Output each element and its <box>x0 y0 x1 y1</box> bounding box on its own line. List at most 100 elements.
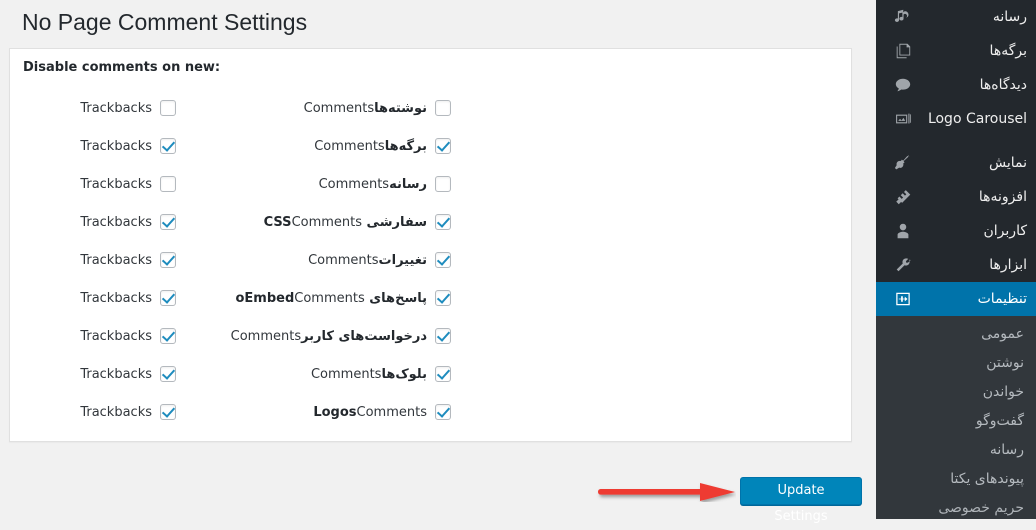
post-type-row: Trackbacks تغییراتComments <box>10 241 851 279</box>
comments-label: بلوک‌هاComments <box>311 367 427 382</box>
sidebar-item-label: کاربران <box>983 223 1027 239</box>
post-type-name: برگه‌ها <box>384 138 427 154</box>
comments-checkbox[interactable] <box>435 404 451 420</box>
sidebar-item-1[interactable]: رسانه <box>876 0 1036 34</box>
comments-checkbox[interactable] <box>435 366 451 382</box>
comments-checkbox[interactable] <box>435 252 451 268</box>
submenu-item-5[interactable]: رسانه <box>876 436 1036 465</box>
sidebar-item-7[interactable]: کاربران <box>876 214 1036 248</box>
submenu-item-6[interactable]: پیوندهای یکتا <box>876 465 1036 494</box>
comments-checkbox[interactable] <box>435 138 451 154</box>
admin-sidebar: رسانه برگه‌ها دیدگاه‌ها Logo Carousel نمایش ا… <box>876 0 1036 519</box>
post-type-row: Trackbacks نوشته‌هاComments <box>10 89 851 127</box>
comments-word: Comments <box>310 366 382 382</box>
comments-cell: LogosComments <box>176 404 451 420</box>
comments-label: LogosComments <box>313 405 427 420</box>
comments-cell: بلوک‌هاComments <box>176 366 451 382</box>
comments-word: Comments <box>314 138 385 154</box>
comments-checkbox[interactable] <box>435 214 451 230</box>
post-type-name: Logos <box>313 404 357 420</box>
comments-word: Comments <box>303 100 375 116</box>
trackbacks-checkbox[interactable] <box>160 290 176 306</box>
menu-separator <box>876 136 1036 146</box>
comments-cell: رسانهComments <box>176 176 451 192</box>
red-arrow-annotation-icon <box>598 483 735 501</box>
carousel-icon <box>893 109 913 129</box>
comments-word: Comments <box>230 328 302 344</box>
sidebar-item-3[interactable]: دیدگاه‌ها <box>876 68 1036 102</box>
submenu-item-4[interactable]: گفت‌وگو <box>876 407 1036 436</box>
trackbacks-checkbox[interactable] <box>160 176 176 192</box>
comments-label: درخواست‌های کاربرComments <box>231 329 427 344</box>
trackbacks-label: Trackbacks <box>80 100 152 116</box>
comments-label: سفارشی CSSComments <box>264 215 427 230</box>
comments-checkbox[interactable] <box>435 328 451 344</box>
comments-label: برگه‌هاComments <box>314 139 427 154</box>
submenu-item-2[interactable]: نوشتن <box>876 349 1036 378</box>
sidebar-item-label: رسانه <box>992 9 1027 25</box>
trackbacks-label: Trackbacks <box>80 176 152 192</box>
sidebar-item-label: ابزارها <box>989 257 1027 273</box>
comments-label: تغییراتComments <box>308 253 427 268</box>
submenu-item-7[interactable]: حریم خصوصی <box>876 494 1036 519</box>
users-icon <box>893 221 913 241</box>
tools-icon <box>893 255 913 275</box>
comments-cell: برگه‌هاComments <box>176 138 451 154</box>
trackbacks-cell: Trackbacks <box>46 328 176 344</box>
sidebar-item-6[interactable]: افزونه‌ها <box>876 180 1036 214</box>
comments-checkbox[interactable] <box>435 100 451 116</box>
comments-word: Comments <box>294 290 365 306</box>
trackbacks-checkbox[interactable] <box>160 138 176 154</box>
trackbacks-label: Trackbacks <box>80 214 152 230</box>
sidebar-item-9[interactable]: تنظیمات <box>876 282 1036 316</box>
comments-icon <box>893 75 913 95</box>
comments-word: Comments <box>318 176 390 192</box>
submenu-item-1[interactable]: عمومی <box>876 320 1036 349</box>
comments-label: نوشته‌هاComments <box>304 101 427 116</box>
post-type-name: تغییرات <box>378 252 427 268</box>
trackbacks-checkbox[interactable] <box>160 328 176 344</box>
trackbacks-checkbox[interactable] <box>160 366 176 382</box>
comments-cell: تغییراتComments <box>176 252 451 268</box>
appearance-icon <box>893 153 913 173</box>
comments-cell: درخواست‌های کاربرComments <box>176 328 451 344</box>
trackbacks-checkbox[interactable] <box>160 252 176 268</box>
post-type-row: Trackbacks رسانهComments <box>10 165 851 203</box>
comments-checkbox[interactable] <box>435 290 451 306</box>
sidebar-item-5[interactable]: نمایش <box>876 146 1036 180</box>
trackbacks-checkbox[interactable] <box>160 214 176 230</box>
post-type-name: بلوک‌ها <box>381 366 427 382</box>
comments-cell: نوشته‌هاComments <box>176 100 451 116</box>
trackbacks-cell: Trackbacks <box>46 100 176 116</box>
sidebar-item-label: افزونه‌ها <box>978 189 1027 205</box>
post-type-name: رسانه <box>389 176 427 192</box>
page-title: No Page Comment Settings <box>22 9 308 35</box>
comments-word: Comments <box>291 214 363 230</box>
trackbacks-label: Trackbacks <box>80 366 152 382</box>
main-content-area: No Page Comment Settings Disable comment… <box>0 0 876 524</box>
sidebar-item-8[interactable]: ابزارها <box>876 248 1036 282</box>
trackbacks-label: Trackbacks <box>80 138 152 154</box>
sidebar-item-4[interactable]: Logo Carousel <box>876 102 1036 136</box>
trackbacks-label: Trackbacks <box>80 404 152 420</box>
disable-comments-heading: Disable comments on new: <box>23 60 221 75</box>
comments-label: رسانهComments <box>319 177 427 192</box>
sidebar-item-label: برگه‌ها <box>989 43 1027 59</box>
trackbacks-cell: Trackbacks <box>46 214 176 230</box>
sidebar-item-label: تنظیمات <box>977 291 1027 307</box>
post-type-row: Trackbacks LogosComments <box>10 393 851 431</box>
trackbacks-label: Trackbacks <box>80 252 152 268</box>
trackbacks-checkbox[interactable] <box>160 100 176 116</box>
post-type-row: Trackbacks سفارشی CSSComments <box>10 203 851 241</box>
pages-icon <box>893 41 913 61</box>
trackbacks-checkbox[interactable] <box>160 404 176 420</box>
settings-submenu: عمومی نوشتن خواندن گفت‌وگو رسانه پیوندهای یکت… <box>876 316 1036 519</box>
sidebar-item-label: دیدگاه‌ها <box>979 77 1027 93</box>
post-type-rows: Trackbacks نوشته‌هاComments Trackbacks برگه… <box>10 89 851 431</box>
submenu-item-3[interactable]: خواندن <box>876 378 1036 407</box>
update-settings-button[interactable]: Update Settings <box>740 477 862 524</box>
comments-checkbox[interactable] <box>435 176 451 192</box>
sidebar-item-2[interactable]: برگه‌ها <box>876 34 1036 68</box>
trackbacks-cell: Trackbacks <box>46 138 176 154</box>
post-type-row: Trackbacks پاسخ‌های oEmbedComments <box>10 279 851 317</box>
